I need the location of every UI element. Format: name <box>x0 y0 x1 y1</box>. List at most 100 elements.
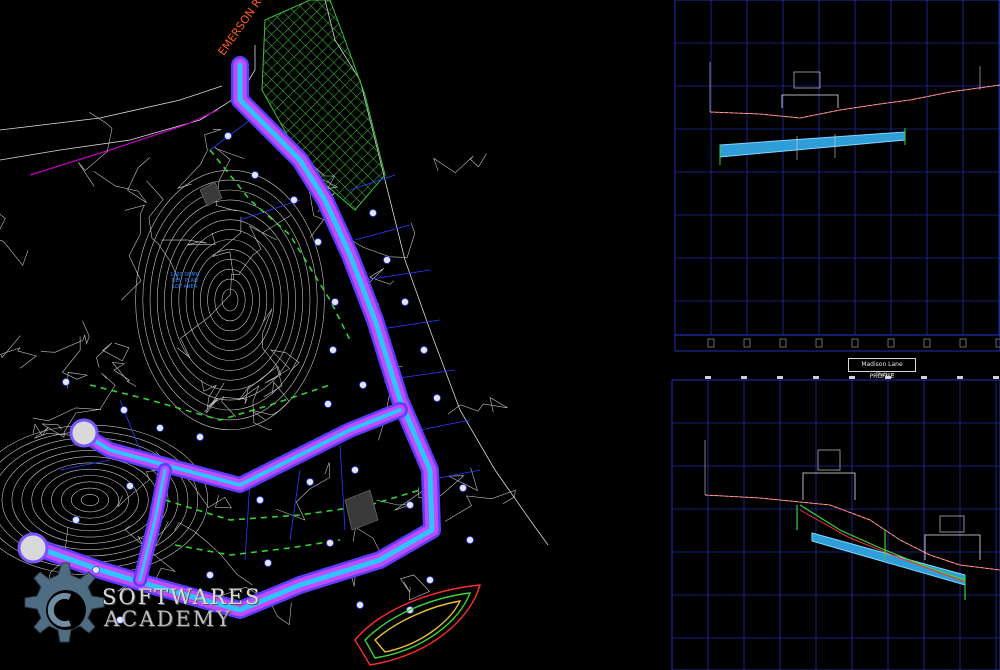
contour-line <box>0 213 29 266</box>
contour-ring <box>31 462 149 538</box>
station-tick <box>743 338 751 348</box>
lot-line <box>364 269 431 281</box>
lot-note-line3: LOT AREA <box>172 284 198 290</box>
lot-line <box>59 459 111 471</box>
contour-line <box>121 204 145 301</box>
watermark-line2: ACADEMY <box>104 607 232 631</box>
profile-bottom-lines <box>704 440 1000 600</box>
lot-marker <box>420 346 428 354</box>
lot-marker <box>351 466 359 474</box>
contour-ring <box>41 468 139 532</box>
lot-line <box>354 224 411 241</box>
cad-drawing-canvas[interactable]: EMERSON RO 1200 DEMO DEV. PLAN LOT AREA … <box>0 0 1000 670</box>
lot-marker <box>383 256 391 264</box>
contour-line <box>32 372 116 422</box>
contour-line <box>444 489 516 522</box>
profile-bottom-ticks <box>705 376 999 379</box>
contour-lines <box>0 111 516 626</box>
contour-line <box>433 153 487 174</box>
contour-line <box>161 232 216 246</box>
lot-marker <box>224 132 232 140</box>
contour-ring <box>200 258 260 341</box>
station-tick <box>813 376 819 379</box>
gear-icon <box>24 562 105 643</box>
lot-marker <box>433 394 441 402</box>
lot-marker <box>401 298 409 306</box>
lot-marker <box>466 536 474 544</box>
profile-title: Madison Lane PROFILE <box>848 358 916 380</box>
detention-pond <box>354 584 481 666</box>
contour-ring <box>207 268 253 332</box>
contour-line <box>0 335 37 369</box>
contour-line <box>447 396 508 415</box>
property-line <box>29 109 219 176</box>
watermark-line1: SOFTWARES <box>102 585 262 609</box>
contour-ring <box>221 288 239 312</box>
station-tick <box>887 338 895 348</box>
station-tick <box>777 376 783 379</box>
lot-marker <box>251 171 259 179</box>
contour-ring <box>164 209 296 391</box>
station-tick <box>849 376 855 379</box>
lot-marker <box>326 539 334 547</box>
lot-marker <box>72 516 80 524</box>
contour-ring <box>21 456 159 544</box>
contour-ring <box>80 494 100 506</box>
contour-ring <box>185 239 275 361</box>
contour-ring <box>61 481 119 519</box>
lot-line <box>419 419 471 431</box>
lot-marker <box>324 400 332 408</box>
profile-bottom-grid <box>671 379 1000 670</box>
station-tick <box>707 338 715 348</box>
lot-marker <box>459 484 467 492</box>
contour-line <box>238 384 273 431</box>
lot-marker <box>359 381 367 389</box>
profile-top-grid <box>674 0 1000 352</box>
contour-ring <box>192 249 268 351</box>
lot-marker <box>290 196 298 204</box>
contour-line <box>376 463 429 511</box>
contour-line <box>78 111 113 187</box>
watermark-logo: SOFTWARES ACADEMY <box>12 555 282 670</box>
lot-marker <box>331 298 339 306</box>
lot-line <box>289 469 301 541</box>
lot-marker <box>256 496 264 504</box>
lot-marker <box>369 209 377 217</box>
contour-ring <box>142 179 318 421</box>
contour-ring <box>178 229 282 371</box>
cul-de-sacs <box>17 418 99 564</box>
lot-note: 1200 DEMO DEV. PLAN LOT AREA <box>170 272 200 290</box>
lot-marker <box>62 378 70 386</box>
station-tick <box>993 376 999 379</box>
lot-marker <box>356 601 364 609</box>
station-tick <box>815 338 823 348</box>
lot-marker <box>426 576 434 584</box>
contour-line <box>111 362 137 387</box>
station-tick <box>957 376 963 379</box>
lot-line <box>339 444 346 531</box>
contour-line <box>177 129 222 189</box>
station-tick <box>959 338 967 348</box>
lot-lines <box>59 119 481 561</box>
station-tick <box>705 376 711 379</box>
profile-top-ticks <box>707 338 1000 348</box>
lot-marker <box>120 406 128 414</box>
lot-line <box>244 479 251 561</box>
lot-marker <box>126 482 134 490</box>
station-tick <box>923 338 931 348</box>
lot-marker <box>314 238 322 246</box>
lot-marker <box>196 433 204 441</box>
contour-ring <box>71 487 110 513</box>
station-tick <box>921 376 927 379</box>
contour-ring <box>51 475 129 525</box>
contour-ring <box>149 189 311 411</box>
lot-marker <box>306 478 314 486</box>
station-tick <box>851 338 859 348</box>
lot-marker <box>156 424 164 432</box>
contour-line <box>93 157 150 203</box>
station-tick <box>741 376 747 379</box>
station-caption: Station <box>876 372 894 378</box>
station-tick <box>995 338 1000 348</box>
station-tick <box>779 338 787 348</box>
lot-marker <box>329 346 337 354</box>
